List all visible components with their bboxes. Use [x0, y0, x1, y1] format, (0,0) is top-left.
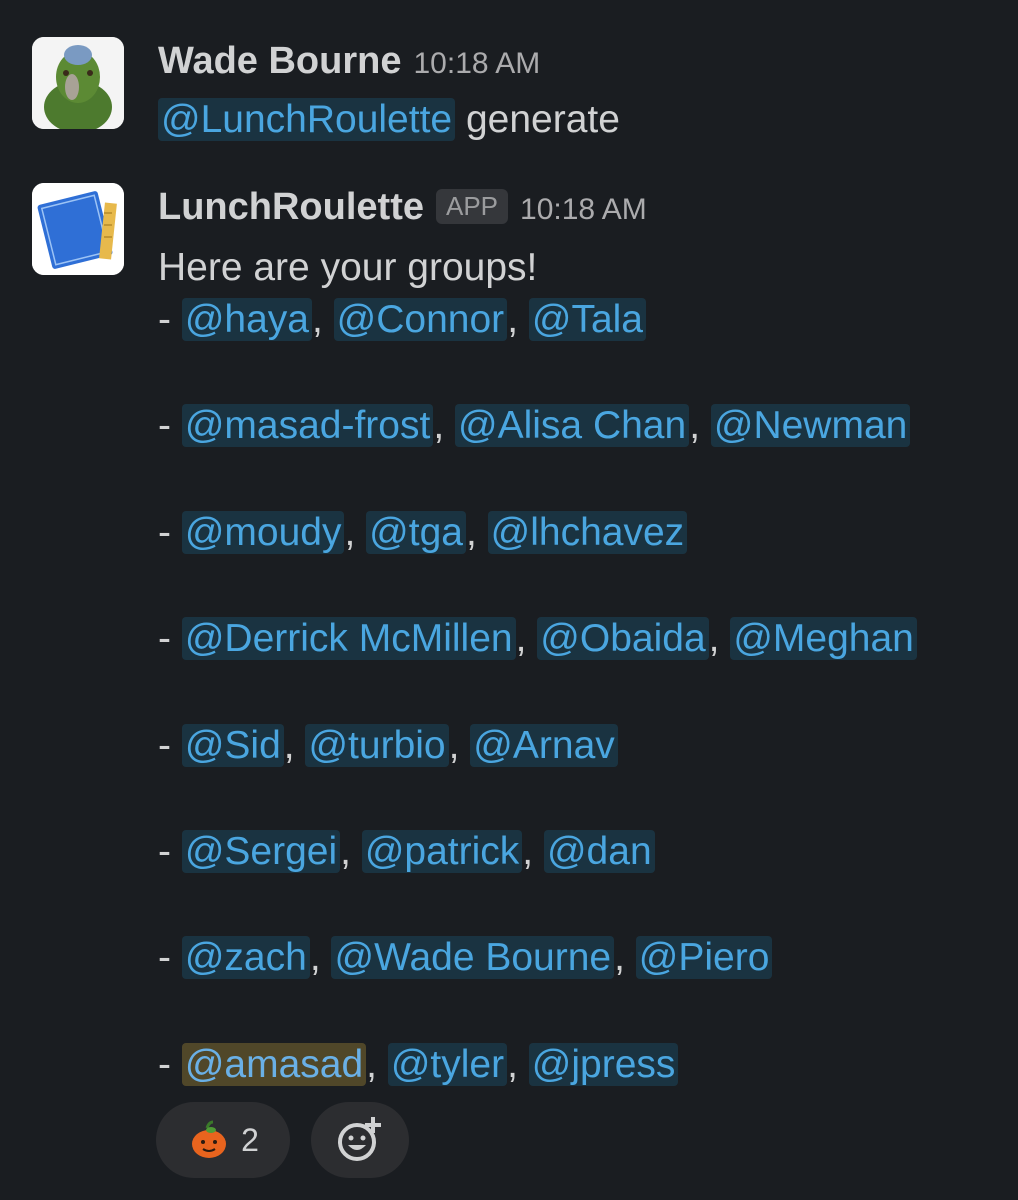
group-line: - @Derrick McMillen, @Obaida, @Meghan	[158, 615, 917, 663]
mention[interactable]: @Tala	[528, 298, 646, 341]
mention[interactable]: @Sergei	[181, 830, 341, 873]
mention[interactable]: @jpress	[528, 1043, 679, 1086]
message-intro: Here are your groups!	[158, 246, 538, 289]
mention[interactable]: @zach	[181, 936, 310, 979]
mention[interactable]: @Connor	[333, 298, 508, 341]
add-reaction-button[interactable]	[311, 1102, 409, 1178]
group-line: - @Sergei, @patrick, @dan	[158, 828, 655, 876]
reaction-pill[interactable]: 2	[156, 1102, 290, 1178]
pumpkin-emoji-icon	[192, 1120, 227, 1158]
add-reaction-icon	[338, 1117, 381, 1161]
author-label[interactable]: LunchRoulette	[158, 186, 424, 228]
mention[interactable]: @patrick	[361, 830, 523, 873]
mention[interactable]: @tyler	[387, 1043, 508, 1086]
group-line: - @Sid, @turbio, @Arnav	[158, 722, 618, 770]
mention[interactable]: @Arnav	[470, 724, 618, 767]
group-line: - @moudy, @tga, @lhchavez	[158, 509, 688, 557]
author-label[interactable]: Wade Bourne	[158, 40, 402, 82]
avatar-wade[interactable]	[32, 37, 124, 129]
mention[interactable]: @moudy	[181, 511, 345, 554]
group-line: - @masad-frost, @Alisa Chan, @Newman	[158, 402, 911, 450]
mention-highlighted[interactable]: @amasad	[181, 1043, 367, 1086]
mention[interactable]: @Sid	[181, 724, 284, 767]
author-name[interactable]: Wade Bourne 10:18 AM	[158, 40, 540, 83]
mention[interactable]: @Newman	[710, 404, 911, 447]
message-body: @LunchRoulette generate	[158, 96, 620, 144]
mention[interactable]: @tga	[366, 511, 466, 554]
message-text: generate	[455, 98, 620, 141]
timestamp[interactable]: 10:18 AM	[414, 47, 541, 80]
mention[interactable]: @Derrick McMillen	[181, 617, 516, 660]
mention[interactable]: @Piero	[635, 936, 773, 979]
author-name[interactable]: LunchRoulette APP 10:18 AM	[158, 186, 647, 229]
parrot-avatar-icon	[32, 37, 124, 129]
mention[interactable]: @Obaida	[537, 617, 709, 660]
group-line: - @zach, @Wade Bourne, @Piero	[158, 934, 773, 982]
mention[interactable]: @lhchavez	[487, 511, 688, 554]
blueprint-app-icon	[32, 183, 124, 275]
mention[interactable]: @LunchRoulette	[158, 98, 456, 141]
mention[interactable]: @haya	[181, 298, 312, 341]
group-line: - @haya, @Connor, @Tala	[158, 296, 646, 344]
timestamp[interactable]: 10:18 AM	[520, 193, 647, 226]
reaction-count: 2	[241, 1121, 259, 1158]
mention[interactable]: @masad-frost	[181, 404, 434, 447]
mention[interactable]: @Alisa Chan	[454, 404, 690, 447]
mention[interactable]: @Meghan	[730, 617, 917, 660]
mention[interactable]: @dan	[543, 830, 655, 873]
group-line: - @amasad, @tyler, @jpress	[158, 1041, 679, 1089]
avatar-lunchroulette[interactable]	[32, 183, 124, 275]
app-badge: APP	[435, 189, 509, 224]
mention[interactable]: @Wade Bourne	[331, 936, 615, 979]
mention[interactable]: @turbio	[305, 724, 449, 767]
